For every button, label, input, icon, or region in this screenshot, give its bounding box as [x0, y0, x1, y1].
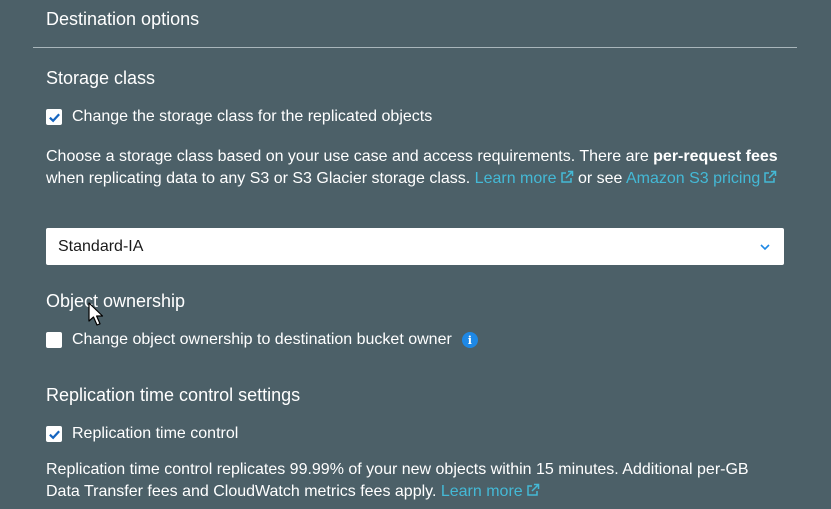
- storage-class-desc-text-3: or see: [573, 170, 626, 187]
- rtc-checkbox-label: Replication time control: [72, 425, 239, 442]
- rtc-heading: Replication time control settings: [46, 385, 301, 405]
- destination-options-panel: Destination options Storage class Change…: [0, 0, 831, 509]
- chevron-down-icon: [760, 244, 770, 251]
- section-title: Destination options: [46, 9, 200, 29]
- storage-class-checkbox[interactable]: [46, 109, 62, 125]
- learn-more-link-label: Learn more: [474, 170, 557, 187]
- per-request-fees-bold: per-request fees: [653, 148, 778, 165]
- amazon-s3-pricing-link[interactable]: Amazon S3 pricing: [626, 170, 777, 187]
- storage-class-heading: Storage class: [46, 68, 156, 88]
- object-ownership-checkbox-label: Change object ownership to destination b…: [72, 331, 452, 348]
- info-icon[interactable]: i: [461, 332, 478, 348]
- storage-class-checkbox-label: Change the storage class for the replica…: [72, 108, 433, 125]
- storage-class-select[interactable]: Standard-IA: [46, 228, 784, 265]
- external-link-icon: [560, 170, 573, 183]
- mouse-pointer-icon: [88, 302, 104, 326]
- storage-class-desc-text-1: Choose a storage class based on your use…: [46, 148, 654, 165]
- checkmark-icon: [48, 429, 60, 439]
- learn-more-link-label: Learn more: [440, 483, 523, 500]
- object-ownership-checkbox-row[interactable]: Change object ownership to destination b…: [46, 331, 478, 349]
- external-link-icon: [764, 170, 777, 183]
- storage-class-checkbox-row[interactable]: Change the storage class for the replica…: [46, 108, 432, 126]
- rtc-checkbox[interactable]: [46, 426, 62, 442]
- checkmark-icon: [48, 112, 60, 122]
- external-link-icon: [526, 483, 539, 496]
- storage-class-description: Choose a storage class based on your use…: [46, 146, 786, 190]
- storage-class-desc-text-2: when replicating data to any S3 or S3 Gl…: [46, 170, 475, 187]
- rtc-description: Replication time control replicates 99.9…: [46, 459, 786, 503]
- object-ownership-heading: Object ownership: [46, 291, 186, 311]
- learn-more-link-rtc[interactable]: Learn more: [441, 483, 540, 500]
- section-divider: [33, 47, 797, 48]
- rtc-checkbox-row[interactable]: Replication time control: [46, 425, 238, 443]
- learn-more-link-storage[interactable]: Learn more: [475, 170, 574, 187]
- storage-class-selected-value: Standard-IA: [58, 237, 144, 255]
- rtc-desc-text: Replication time control replicates 99.9…: [46, 461, 749, 500]
- object-ownership-checkbox[interactable]: [46, 332, 62, 348]
- pricing-link-label: Amazon S3 pricing: [625, 170, 761, 187]
